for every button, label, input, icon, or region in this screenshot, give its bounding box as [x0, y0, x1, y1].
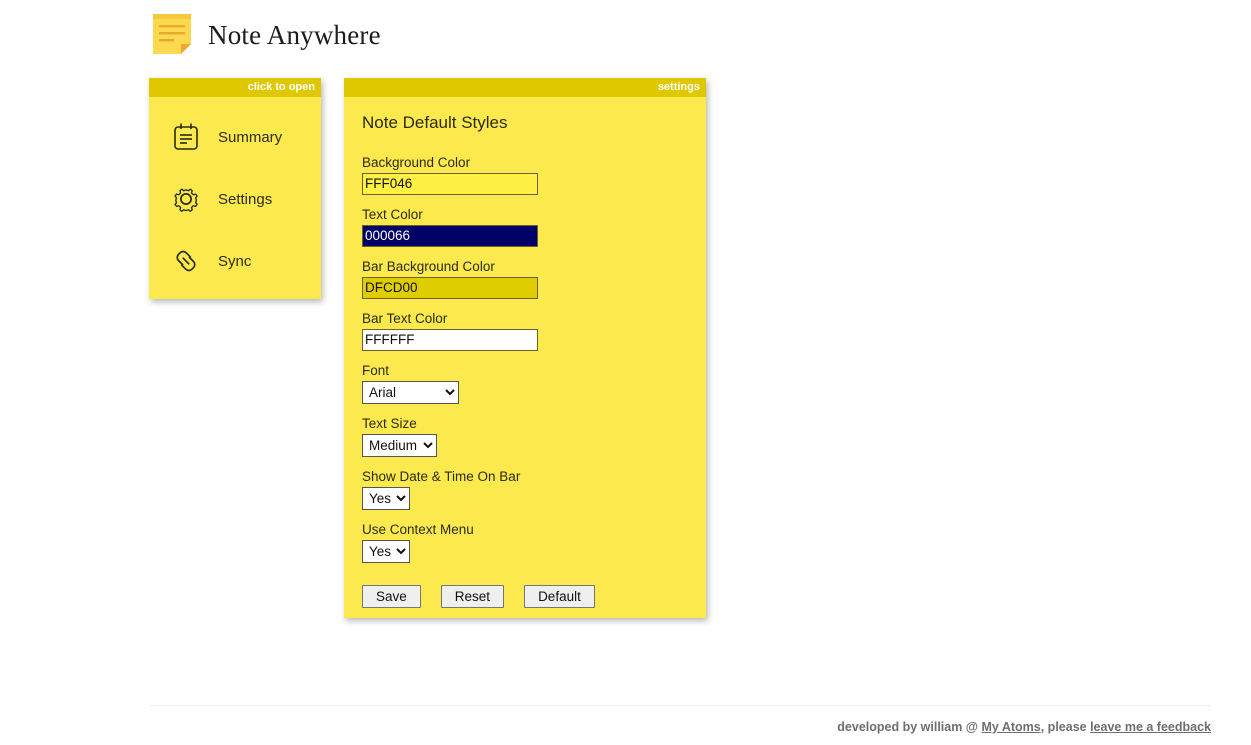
chain-link-icon	[170, 245, 202, 277]
settings-heading: Note Default Styles	[362, 113, 508, 132]
field-label-bar-background-color: Bar Background Color	[362, 259, 495, 274]
sidebar-item-sync[interactable]: Sync	[149, 239, 321, 283]
page-title: Note Anywhere	[208, 19, 381, 50]
field-bar-text-color: Bar Text Color	[362, 311, 706, 351]
reset-button[interactable]: Reset	[440, 585, 505, 608]
field-label-text-color: Text Color	[362, 207, 423, 222]
footer-text-before: developed by william @	[837, 720, 982, 734]
settings-panel: settings Note Default Styles Background …	[344, 78, 706, 618]
show-date-time-select[interactable]: Yes	[362, 487, 410, 510]
feedback-link[interactable]: leave me a feedback	[1090, 720, 1211, 734]
field-text-size: Text Size Medium	[362, 416, 706, 457]
app-header: Note Anywhere	[150, 12, 381, 58]
default-button[interactable]: Default	[524, 585, 595, 608]
bar-text-color-input[interactable]	[362, 329, 538, 351]
field-label-text-size: Text Size	[362, 416, 417, 431]
sidebar-menu: Summary Settings Sync	[149, 97, 321, 283]
text-size-select[interactable]: Medium	[362, 434, 437, 457]
field-show-date-time: Show Date & Time On Bar Yes	[362, 469, 706, 510]
field-background-color: Background Color	[362, 155, 706, 195]
settings-form: Note Default Styles Background Color Tex…	[344, 97, 706, 608]
footer-text: developed by william @ My Atoms, please …	[837, 720, 1211, 734]
my-atoms-link[interactable]: My Atoms	[981, 720, 1040, 734]
field-label-show-date-time: Show Date & Time On Bar	[362, 469, 521, 484]
settings-titlebar[interactable]: settings	[344, 78, 706, 97]
gear-icon	[170, 183, 202, 215]
sidebar-item-label-sync: Sync	[218, 252, 252, 270]
sidebar-item-settings[interactable]: Settings	[149, 177, 321, 221]
footer: developed by william @ My Atoms, please …	[150, 705, 1211, 736]
field-label-bar-text-color: Bar Text Color	[362, 311, 448, 326]
sidebar-titlebar[interactable]: click to open	[149, 78, 321, 97]
settings-button-row: Save Reset Default	[362, 585, 706, 608]
field-use-context-menu: Use Context Menu Yes	[362, 522, 706, 563]
field-label-use-context-menu: Use Context Menu	[362, 522, 474, 537]
field-text-color: Text Color	[362, 207, 706, 247]
bar-background-color-input[interactable]	[362, 277, 538, 299]
footer-text-middle: , please	[1040, 720, 1091, 734]
field-font: Font Arial	[362, 363, 706, 404]
settings-titlebar-label: settings	[657, 81, 700, 93]
sidebar-item-label-settings: Settings	[218, 190, 273, 208]
save-button[interactable]: Save	[362, 585, 421, 608]
field-label-font: Font	[362, 363, 390, 378]
sidebar-titlebar-label: click to open	[247, 81, 315, 93]
background-color-input[interactable]	[362, 173, 538, 195]
field-bar-background-color: Bar Background Color	[362, 259, 706, 299]
field-label-background-color: Background Color	[362, 155, 471, 170]
text-color-input[interactable]	[362, 225, 538, 247]
notepad-icon	[170, 121, 202, 153]
sticky-note-icon	[150, 12, 194, 58]
font-select[interactable]: Arial	[362, 381, 459, 404]
sidebar-panel: click to open Summary Settings Sync	[149, 78, 321, 299]
sidebar-item-label-summary: Summary	[218, 128, 283, 146]
sidebar-item-summary[interactable]: Summary	[149, 115, 321, 159]
use-context-menu-select[interactable]: Yes	[362, 540, 410, 563]
